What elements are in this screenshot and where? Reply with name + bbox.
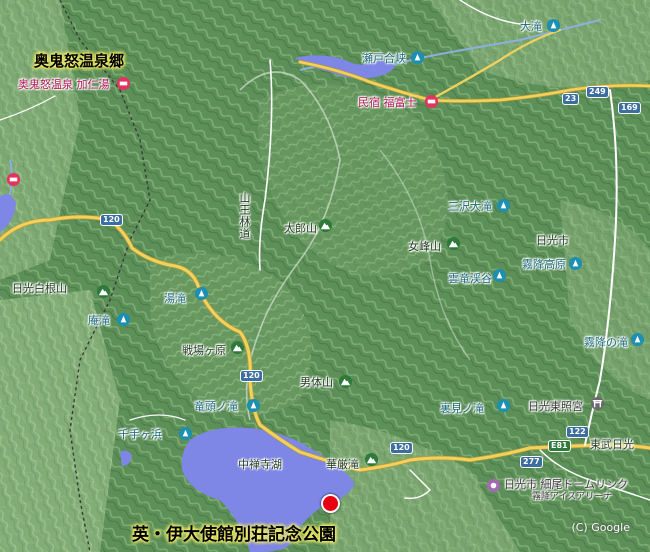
mountain-pin-icon[interactable]	[338, 374, 353, 389]
senjogahara-label[interactable]: 戦場ヶ原	[182, 344, 226, 357]
scenic-pin-icon[interactable]	[194, 286, 209, 301]
hotel-pin-icon[interactable]	[116, 76, 131, 91]
sanno-rindo-label: 山王林道	[238, 192, 251, 240]
tobu-nikko-label[interactable]: 東武日光	[590, 438, 634, 451]
mountain-pin-icon[interactable]	[230, 340, 245, 355]
taroyama-label[interactable]: 太郎山	[284, 222, 317, 235]
otaki-label[interactable]: 大滝	[520, 20, 542, 33]
kirifuri-rink-sublabel: 霧降アイスアリーナ	[532, 492, 613, 502]
route-shield: 23	[562, 93, 580, 105]
nantaisan-label[interactable]: 男体山	[300, 376, 333, 389]
route-shield: 120	[100, 214, 123, 226]
kirifuri-falls-label[interactable]: 霧降の滝	[584, 336, 628, 349]
mountain-pin-icon[interactable]	[318, 218, 333, 233]
senjugahama-label[interactable]: 千手ヶ浜	[118, 428, 162, 441]
scenic-pin-icon[interactable]	[630, 332, 645, 347]
ryuzu-falls-label[interactable]: 竜頭ノ滝	[194, 400, 238, 413]
selected-location-marker[interactable]	[321, 494, 340, 513]
scenic-pin-icon[interactable]	[496, 198, 511, 213]
hotel-pin-icon[interactable]	[6, 172, 21, 187]
okukinu-onsen-title: 奥鬼怒温泉郷	[34, 52, 125, 70]
urami-falls-label[interactable]: 裏見ノ滝	[440, 402, 484, 415]
route-shield: 120	[240, 370, 263, 382]
expressway-shield: E81	[548, 440, 571, 452]
route-shield: 249	[586, 86, 609, 98]
map-canvas[interactable]: 120 120 120 23 249 169 122 277 E81 奥鬼怒温泉…	[0, 0, 650, 552]
kirifuri-kogen-label[interactable]: 霧降高原	[522, 258, 566, 271]
scenic-pin-icon[interactable]	[496, 398, 511, 413]
yudaki-label[interactable]: 湯滝	[164, 292, 186, 305]
kegon-falls-label[interactable]: 華厳滝	[326, 458, 359, 471]
scenic-pin-icon[interactable]	[178, 426, 193, 441]
scenic-pin-icon[interactable]	[546, 18, 561, 33]
scenic-pin-icon[interactable]	[246, 398, 261, 413]
scenic-pin-icon[interactable]	[116, 312, 131, 327]
map-copyright: (C) Google	[571, 521, 630, 534]
sanzawa-otaki-label[interactable]: 三沢大滝	[448, 200, 492, 213]
okukinu-onsen-label[interactable]: 奥鬼怒温泉 加仁湯	[18, 78, 110, 91]
nyohozan-label[interactable]: 女峰山	[408, 240, 441, 253]
mountain-pin-icon[interactable]	[96, 284, 111, 299]
scenic-pin-icon[interactable]	[568, 256, 583, 271]
hotel-pin-icon[interactable]	[424, 94, 439, 109]
unryu-keikoku-label[interactable]: 雲竜渓谷	[448, 272, 492, 285]
mountain-pin-icon[interactable]	[364, 452, 379, 467]
minshuku-label[interactable]: 民宿 福富士	[358, 96, 417, 109]
nikko-toshogu-label[interactable]: 日光東照宮	[528, 400, 583, 413]
scenic-pin-icon[interactable]	[492, 268, 507, 283]
seto-ai-kyo-label[interactable]: 瀬戸合峡	[362, 52, 406, 65]
route-shield: 122	[566, 426, 589, 438]
kirifuri-rink-label[interactable]: 日光市 細尾ドームリンク	[504, 478, 628, 491]
mountain-pin-icon[interactable]	[446, 236, 461, 251]
route-shield: 169	[618, 102, 641, 114]
nikko-shiranesan-label[interactable]: 日光白根山	[12, 282, 67, 295]
place-pin-icon[interactable]	[486, 478, 501, 493]
nikko-city-label[interactable]: 日光市	[536, 234, 569, 247]
route-shield: 120	[390, 442, 413, 454]
chuzenji-lake-label: 中禅寺湖	[238, 458, 282, 471]
embassy-villa-title: 英・伊大使館別荘記念公園	[132, 525, 336, 545]
shrine-pin-icon[interactable]	[590, 396, 605, 411]
antaki-label[interactable]: 庵滝	[88, 314, 110, 327]
route-shield: 277	[520, 456, 543, 468]
scenic-pin-icon[interactable]	[410, 50, 425, 65]
